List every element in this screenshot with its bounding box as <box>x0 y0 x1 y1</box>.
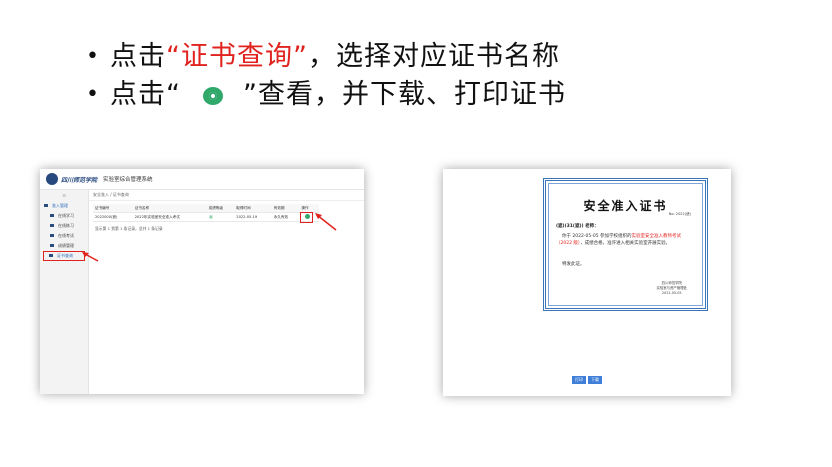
annotation-arrows <box>82 213 337 262</box>
certificate-screenshot: 安全准入证书 No: 2022(遮) (遮)(31(遮)) 老师： 你于 202… <box>443 169 731 396</box>
certificate-issuer: 四川师范学院 实验室与资产管理处 2022-05-05 <box>656 281 687 296</box>
certificate-body: 你于 2022-05-05 参加学校组织的实验室安全准入教师考试（2022 版）… <box>556 233 696 247</box>
instruction-1-suffix: ，选择对应证书名称 <box>307 41 560 72</box>
body-text: ，成绩合格，准许进入相关实验室开展实验。 <box>580 241 671 246</box>
certificate-actions: 打印 下载 <box>443 376 731 384</box>
print-button[interactable]: 打印 <box>572 376 586 384</box>
instruction-line-2: • 点击“ ”查看，并下载、打印证书 <box>86 76 786 114</box>
certificate-card: 安全准入证书 No: 2022(遮) (遮)(31(遮)) 老师： 你于 202… <box>543 178 708 311</box>
certificate-issue-note: 特发此证。 <box>562 262 585 267</box>
instruction-1-highlight: “证书查询” <box>166 41 308 72</box>
download-button[interactable]: 下载 <box>588 376 602 384</box>
instruction-2-suffix: ”查看，并下载、打印证书 <box>243 79 566 110</box>
eye-icon <box>203 86 223 105</box>
bullet-marker: • <box>86 44 100 69</box>
bullet-marker: • <box>86 82 100 107</box>
instruction-line-1: • 点击“证书查询”，选择对应证书名称 <box>86 38 786 76</box>
issue-date: 2022-05-05 <box>661 291 682 295</box>
certificate-recipient: (遮)(31(遮)) 老师： <box>556 224 599 229</box>
arrow-to-view-icon <box>316 214 337 231</box>
instruction-1-prefix: 点击 <box>110 41 166 72</box>
certificate-number: No: 2022(遮) <box>668 212 691 216</box>
instruction-2-prefix: 点击“ <box>110 79 181 110</box>
instruction-block: • 点击“证书查询”，选择对应证书名称 • 点击“ ”查看，并下载、打印证书 <box>86 38 786 114</box>
body-text: 你于 2022-05-05 参加学校组织的 <box>562 234 632 239</box>
system-screenshot: 四川师范学院 实验室综合管理系统 ☰ 准入管理 在线学习 在线练习 在线考试 成… <box>40 169 364 394</box>
